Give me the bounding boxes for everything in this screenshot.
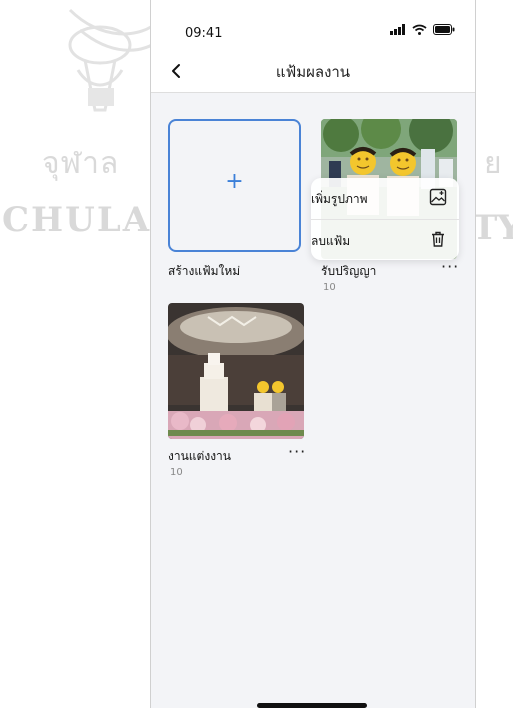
menu-item-add-image[interactable]: เพิ่มรูปภาพ [311, 178, 459, 218]
album-count-graduation: 10 [323, 282, 336, 293]
wifi-icon [412, 24, 427, 35]
album-more-button[interactable]: ··· [441, 257, 459, 276]
menu-item-delete-album[interactable]: ลบแฟ้ม [311, 220, 459, 260]
home-indicator [257, 703, 367, 708]
signal-icon [390, 24, 405, 35]
album-label-wedding: งานแต่งงาน [168, 449, 231, 463]
wedding-photo [168, 303, 304, 439]
top-bar: 09:41 แฟ้มผลงาน [151, 0, 475, 93]
status-time: 09:41 [185, 26, 223, 41]
menu-item-delete-album-label: ลบแฟ้ม [311, 234, 351, 248]
page-title: แฟ้มผลงาน [275, 63, 351, 81]
trash-icon [432, 231, 444, 247]
watermark-wordmark-right: TY [472, 208, 513, 248]
album-more-button[interactable]: ··· [288, 442, 306, 461]
album-count-wedding: 10 [170, 467, 183, 478]
album-label-graduation: รับปริญญา [321, 264, 377, 278]
create-album-tile[interactable]: + [168, 119, 301, 252]
menu-item-add-image-label: เพิ่มรูปภาพ [311, 192, 368, 206]
add-image-icon [429, 188, 447, 206]
battery-icon [433, 24, 455, 35]
album-context-menu: เพิ่มรูปภาพ ลบแฟ้ม [311, 178, 459, 260]
album-thumbnail-wedding[interactable] [168, 303, 304, 439]
watermark-thai-text: จุฬาล [42, 146, 120, 181]
create-album-label: สร้างแฟ้มใหม่ [168, 264, 241, 278]
watermark-thai-text-right: ย [484, 146, 502, 181]
plus-icon: + [225, 169, 244, 194]
phone-screen: 09:41 แฟ้มผลงาน + สร้างแฟ้มใหม่ เพิ่มรูป… [150, 0, 476, 708]
status-icons [390, 24, 455, 35]
